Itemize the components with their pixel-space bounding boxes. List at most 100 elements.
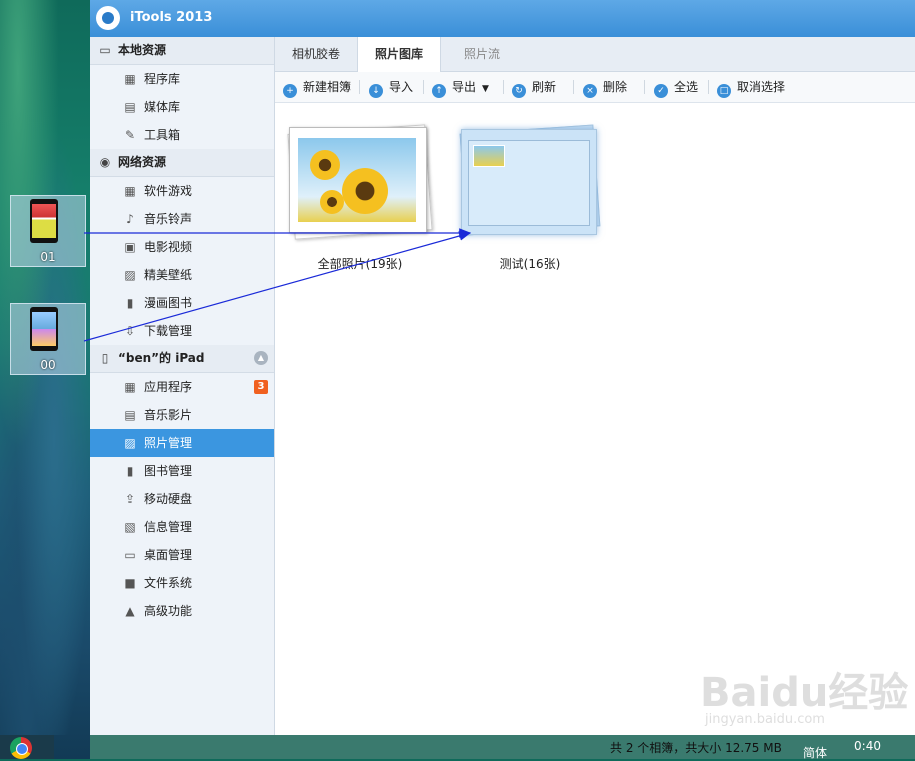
- sidebar-item-label: 桌面管理: [144, 548, 193, 562]
- delete-icon: ×: [583, 84, 597, 98]
- desktop-file-label: 01: [40, 250, 56, 264]
- folder-icon: ■: [124, 576, 136, 590]
- desktop-file-00[interactable]: 00: [10, 303, 86, 375]
- sidebar-item-advanced[interactable]: ▲ 高级功能: [90, 597, 274, 625]
- sidebar-item-music-movies[interactable]: ▤ 音乐影片: [90, 401, 274, 429]
- desktop-file-label: 00: [40, 358, 56, 372]
- tab-photo-stream[interactable]: 照片流: [441, 37, 523, 71]
- grid-icon: ▦: [124, 184, 136, 198]
- sidebar-item-comics-books[interactable]: ▮ 漫画图书: [90, 289, 274, 317]
- sidebar-item-wallpapers[interactable]: ▨ 精美壁纸: [90, 261, 274, 289]
- sidebar-item-info-manager[interactable]: ▧ 信息管理: [90, 513, 274, 541]
- picture-icon: ▨: [124, 268, 136, 282]
- sidebar-item-label: 工具箱: [144, 128, 181, 142]
- section-title: “ben”的 iPad: [118, 351, 205, 365]
- taskbar-start: [0, 735, 54, 759]
- sidebar-item-music-ringtones[interactable]: ♪ 音乐铃声: [90, 205, 274, 233]
- itools-logo-icon: [96, 6, 120, 30]
- itools-window: iTools 2013 ▭ 本地资源 ▦ 程序库 ▤ 媒体库 ✎ 工具箱 ◉ 网络资源 ▦…: [90, 0, 915, 735]
- usb-drive-icon: ⇪: [124, 492, 136, 506]
- baidu-watermark-url: jingyan.baidu.com: [705, 712, 825, 727]
- sidebar-item-photo-manager[interactable]: ▨ 照片管理: [90, 429, 274, 457]
- contact-card-icon: ▧: [124, 520, 136, 534]
- input-method-indicator[interactable]: 简体: [803, 744, 827, 761]
- sidebar-item-applications[interactable]: ▦ 应用程序 3: [90, 373, 274, 401]
- sidebar-item-label: 照片管理: [144, 436, 193, 450]
- import-button[interactable]: ↓ 导入: [369, 72, 413, 102]
- sidebar-item-label: 漫画图书: [144, 296, 193, 310]
- button-label: 删除: [603, 80, 628, 94]
- section-local-resources: ▭ 本地资源: [90, 37, 274, 65]
- sidebar-item-mobile-disk[interactable]: ⇪ 移动硬盘: [90, 485, 274, 513]
- checkbox-checked-icon: ✓: [654, 84, 668, 98]
- wrench-icon: ✎: [124, 128, 136, 142]
- button-label: 取消选择: [737, 80, 786, 94]
- tab-photo-library[interactable]: 照片图库: [357, 37, 441, 72]
- album-label: 测试(16张): [499, 257, 561, 271]
- divider: [359, 80, 360, 94]
- sidebar-item-label: 图书管理: [144, 464, 193, 478]
- delete-button[interactable]: × 删除: [583, 72, 627, 102]
- grid-icon: ▦: [124, 72, 136, 86]
- button-label: 新建相簿: [303, 80, 352, 94]
- sidebar-item-label: 音乐影片: [144, 408, 193, 422]
- sidebar-item-file-system[interactable]: ■ 文件系统: [90, 569, 274, 597]
- main-content: 相机胶卷 照片图库 照片流 + 新建相簿 ↓ 导入 ↑ 导出 ▼ ↻ 刷新 × 删除 ✓ 全选…: [275, 37, 915, 735]
- sidebar-item-label: 软件游戏: [144, 184, 193, 198]
- picture-icon: ▨: [124, 436, 136, 450]
- album-test[interactable]: 测试(16张): [455, 121, 605, 271]
- refresh-icon: ↻: [512, 84, 526, 98]
- button-label: 导入: [389, 80, 414, 94]
- sidebar-item-label: 文件系统: [144, 576, 193, 590]
- sidebar-item-movies-videos[interactable]: ▣ 电影视频: [90, 233, 274, 261]
- baidu-watermark-logo: Baidu经验: [700, 670, 909, 716]
- desktop-icon: ▭: [124, 548, 136, 562]
- sidebar-item-label: 高级功能: [144, 604, 193, 618]
- sidebar-item-label: 移动硬盘: [144, 492, 193, 506]
- play-icon: ▣: [124, 240, 136, 254]
- tab-camera-roll[interactable]: 相机胶卷: [275, 37, 357, 71]
- screenshot-thumbnail: [468, 140, 590, 226]
- sidebar-item-software-games[interactable]: ▦ 软件游戏: [90, 177, 274, 205]
- sidebar-item-book-manager[interactable]: ▮ 图书管理: [90, 457, 274, 485]
- divider: [573, 80, 574, 94]
- app-title: iTools 2013: [130, 10, 213, 25]
- section-network-resources: ◉ 网络资源: [90, 149, 274, 177]
- deselect-button[interactable]: □ 取消选择: [717, 72, 785, 102]
- sidebar-item-label: 媒体库: [144, 100, 181, 114]
- album-all-photos[interactable]: 全部照片(19张): [285, 121, 435, 271]
- sidebar-item-media-library[interactable]: ▤ 媒体库: [90, 93, 274, 121]
- system-clock: 0:40: [854, 739, 881, 753]
- select-all-button[interactable]: ✓ 全选: [654, 72, 698, 102]
- sidebar-item-label: 应用程序: [144, 380, 193, 394]
- button-label: 导出: [452, 80, 477, 94]
- book-icon: ▮: [126, 296, 134, 310]
- download-icon: ⇩: [124, 324, 136, 338]
- export-icon: ↑: [432, 84, 446, 98]
- divider: [423, 80, 424, 94]
- sidebar-item-toolbox[interactable]: ✎ 工具箱: [90, 121, 274, 149]
- button-label: 刷新: [532, 80, 557, 94]
- title-bar: iTools 2013: [90, 0, 915, 37]
- refresh-button[interactable]: ↻ 刷新: [512, 72, 556, 102]
- toolbar: + 新建相簿 ↓ 导入 ↑ 导出 ▼ ↻ 刷新 × 删除 ✓ 全选 □ 取消选择: [275, 72, 915, 103]
- chrome-browser-icon[interactable]: [10, 737, 32, 759]
- sunflower-photo-thumbnail: [298, 138, 416, 222]
- export-button[interactable]: ↑ 导出 ▼: [432, 72, 489, 102]
- status-text: 共 2 个相簿，共大小 12.75 MB: [610, 741, 782, 755]
- globe-icon: ◉: [99, 155, 111, 169]
- eject-icon[interactable]: ▲: [254, 351, 268, 365]
- dropdown-arrow-icon[interactable]: ▼: [482, 84, 489, 94]
- sidebar-item-download-manager[interactable]: ⇩ 下载管理: [90, 317, 274, 345]
- album-label: 全部照片(19张): [317, 257, 403, 271]
- sidebar-item-program-library[interactable]: ▦ 程序库: [90, 65, 274, 93]
- sidebar-item-label: 精美壁纸: [144, 268, 193, 282]
- desktop-file-01[interactable]: 01: [10, 195, 86, 267]
- new-album-button[interactable]: + 新建相簿: [283, 72, 351, 102]
- status-bar: 共 2 个相簿，共大小 12.75 MB 简体 0:40: [90, 735, 915, 761]
- album-cover: [289, 127, 427, 233]
- update-count-badge: 3: [254, 380, 268, 394]
- sidebar-item-desktop-manager[interactable]: ▭ 桌面管理: [90, 541, 274, 569]
- section-title: 本地资源: [118, 43, 167, 57]
- import-icon: ↓: [369, 84, 383, 98]
